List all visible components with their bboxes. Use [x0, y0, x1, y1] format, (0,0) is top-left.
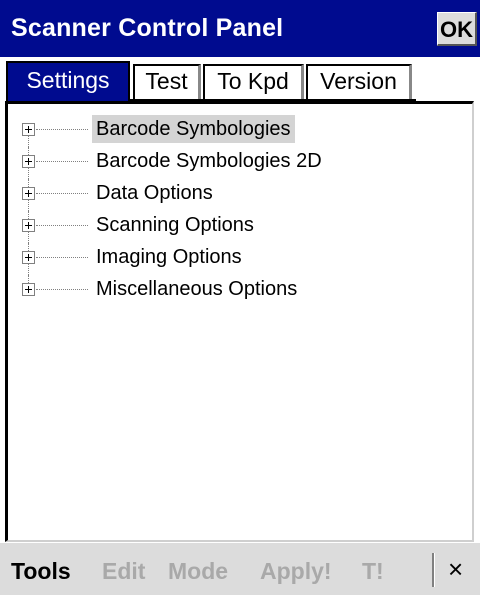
tree-item-label[interactable]: Data Options [92, 179, 217, 207]
expand-plus-icon[interactable] [22, 251, 35, 264]
tree-item-label[interactable]: Imaging Options [92, 243, 246, 271]
tree-item-barcode-symbologies[interactable]: Barcode Symbologies [8, 115, 468, 147]
tree-item-barcode-symbologies-2d[interactable]: Barcode Symbologies 2D [8, 147, 468, 179]
expand-plus-icon[interactable] [22, 283, 35, 296]
tab-version[interactable]: Version [306, 64, 412, 99]
tree-item-data-options[interactable]: Data Options [8, 179, 468, 211]
menu-bar: Tools Edit Mode Apply! T! × [0, 542, 480, 595]
tree-item-label[interactable]: Scanning Options [92, 211, 258, 239]
settings-tree-view[interactable]: Barcode Symbologies Barcode Symbologies … [5, 101, 474, 542]
menu-tools[interactable]: Tools [11, 557, 71, 585]
tree-connector [36, 193, 88, 194]
menu-separator [432, 553, 435, 587]
menu-apply[interactable]: Apply! [260, 557, 332, 585]
tree-item-scanning-options[interactable]: Scanning Options [8, 211, 468, 243]
tree-connector [36, 129, 88, 130]
tree-connector [36, 225, 88, 226]
tab-settings[interactable]: Settings [6, 61, 130, 101]
ok-button[interactable]: OK [437, 12, 477, 46]
expand-plus-icon[interactable] [22, 123, 35, 136]
tree-connector [36, 161, 88, 162]
tree-item-label[interactable]: Barcode Symbologies [92, 115, 295, 143]
tab-test[interactable]: Test [133, 64, 201, 99]
expand-plus-icon[interactable] [22, 219, 35, 232]
tree-item-label[interactable]: Miscellaneous Options [92, 275, 301, 303]
menu-edit[interactable]: Edit [102, 557, 145, 585]
tree-item-imaging-options[interactable]: Imaging Options [8, 243, 468, 275]
tree-item-miscellaneous-options[interactable]: Miscellaneous Options [8, 275, 468, 307]
window-title: Scanner Control Panel [11, 14, 284, 42]
tree-connector [36, 257, 88, 258]
tab-strip: Settings Test To Kpd Version [0, 57, 480, 101]
close-icon[interactable]: × [448, 555, 463, 583]
tree-connector [36, 289, 88, 290]
menu-t[interactable]: T! [362, 557, 384, 585]
title-bar: Scanner Control Panel OK [0, 0, 480, 57]
scanner-control-panel-window: Scanner Control Panel OK Settings Test T… [0, 0, 480, 595]
expand-plus-icon[interactable] [22, 187, 35, 200]
menu-mode[interactable]: Mode [168, 557, 228, 585]
tab-to-kpd[interactable]: To Kpd [203, 64, 304, 99]
tree-item-label[interactable]: Barcode Symbologies 2D [92, 147, 326, 175]
expand-plus-icon[interactable] [22, 155, 35, 168]
